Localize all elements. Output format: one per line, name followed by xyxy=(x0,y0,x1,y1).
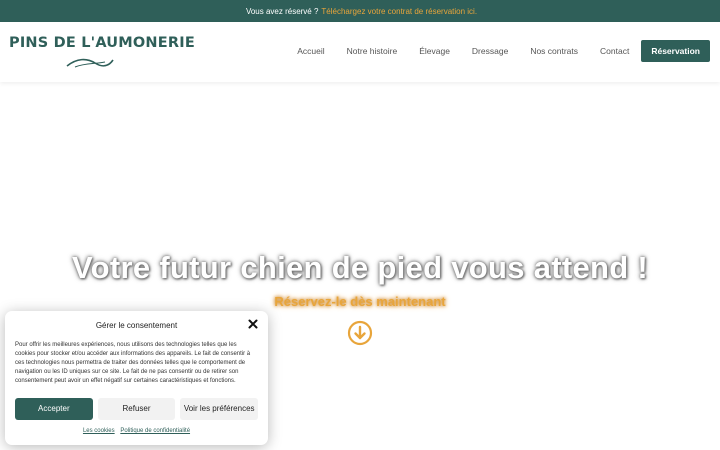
nav-notre-histoire[interactable]: Notre histoire xyxy=(336,40,409,62)
preferences-button[interactable]: Voir les préférences xyxy=(180,398,259,420)
nav-accueil[interactable]: Accueil xyxy=(286,40,335,62)
arrow-down-circle-icon[interactable] xyxy=(347,320,373,346)
logo-swoosh-icon xyxy=(66,58,114,68)
consent-title: Gérer le consentement xyxy=(95,321,178,330)
close-icon[interactable] xyxy=(248,319,258,329)
site-header: PINS DE L'AUMONERIE Accueil Notre histoi… xyxy=(0,22,720,82)
hero-subtitle[interactable]: Réservez-le dès maintenant xyxy=(0,294,720,309)
hero-title: Votre futur chien de pied vous attend ! xyxy=(71,250,649,285)
cookie-consent-dialog: Gérer le consentement Pour offrir les me… xyxy=(5,311,268,445)
announcement-bar: Vous avez réservé ? Téléchargez votre co… xyxy=(0,0,720,22)
site-logo[interactable]: PINS DE L'AUMONERIE xyxy=(9,35,195,75)
accept-button[interactable]: Accepter xyxy=(15,398,93,420)
announcement-text: Vous avez réservé ? xyxy=(245,6,319,16)
consent-buttons: Accepter Refuser Voir les préférences xyxy=(15,398,259,420)
nav-contact[interactable]: Contact xyxy=(589,40,640,62)
nav-nos-contrats[interactable]: Nos contrats xyxy=(519,40,589,62)
privacy-policy-link[interactable]: Politique de confidentialité xyxy=(120,428,190,434)
refuse-button[interactable]: Refuser xyxy=(97,398,176,420)
consent-body: Pour offrir les meilleures expériences, … xyxy=(15,342,251,384)
consent-links: Les cookies Politique de confidentialité xyxy=(5,428,268,434)
download-contract-link[interactable]: Téléchargez votre contrat de réservation… xyxy=(321,7,477,16)
nav-elevage[interactable]: Élevage xyxy=(408,40,461,62)
main-nav: Accueil Notre histoire Élevage Dressage … xyxy=(286,40,710,62)
nav-dressage[interactable]: Dressage xyxy=(461,40,519,62)
cookies-link[interactable]: Les cookies xyxy=(83,428,115,434)
reservation-button[interactable]: Réservation xyxy=(641,40,710,62)
logo-text: PINS DE L'AUMONERIE xyxy=(9,35,195,51)
